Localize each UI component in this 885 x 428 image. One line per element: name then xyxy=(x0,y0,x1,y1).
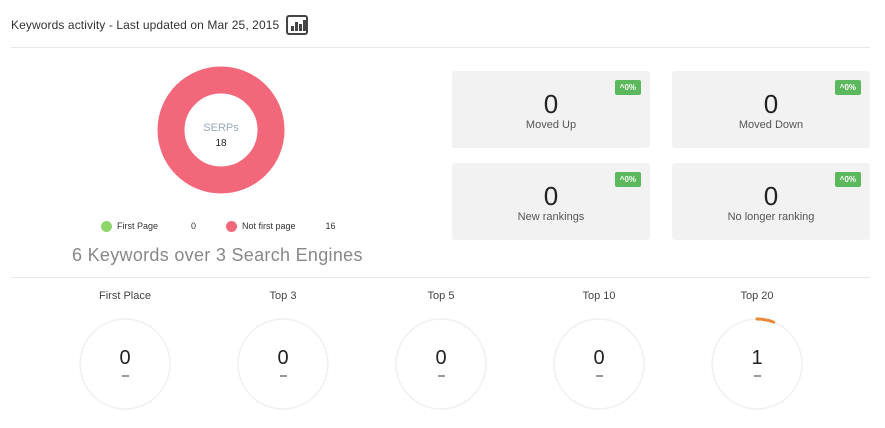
rank-title: Top 10 xyxy=(582,290,616,302)
card-no-longer-ranking[interactable]: ^0% 0 No longer ranking xyxy=(672,163,870,240)
header-divider xyxy=(11,47,870,48)
legend-dot-green xyxy=(101,220,112,232)
rank-top-10[interactable]: Top 10 0 xyxy=(549,290,649,410)
rank-dash xyxy=(754,375,761,377)
card-value: 0 xyxy=(763,89,779,119)
card-label: No longer ranking xyxy=(727,211,815,223)
card-moved-down[interactable]: ^0% 0 Moved Down xyxy=(672,71,870,148)
legend-label: Not first page xyxy=(242,221,296,231)
legend-count: 0 xyxy=(191,221,197,231)
rank-top-5[interactable]: Top 5 0 xyxy=(391,290,491,410)
rank-title: Top 20 xyxy=(740,290,774,302)
bar-chart-icon[interactable] xyxy=(286,15,309,35)
rank-value: 0 xyxy=(119,347,131,369)
card-value: 0 xyxy=(763,181,779,211)
page-title: Keywords activity - Last updated on Mar … xyxy=(11,18,280,32)
header: Keywords activity - Last updated on Mar … xyxy=(11,11,309,39)
card-new-rankings[interactable]: ^0% 0 New rankings xyxy=(452,163,650,240)
card-value: 0 xyxy=(543,89,559,119)
rank-dash xyxy=(122,375,129,377)
serps-label: SERPs xyxy=(203,122,239,134)
rank-gauge: 1 xyxy=(710,317,804,411)
legend-count: 16 xyxy=(325,221,336,231)
rank-value: 1 xyxy=(751,347,763,369)
rank-gauge: 0 xyxy=(394,317,488,411)
legend-label: First Page xyxy=(117,221,159,231)
rank-title: Top 5 xyxy=(427,290,455,302)
rank-value: 0 xyxy=(593,347,605,369)
rank-gauge: 0 xyxy=(552,317,646,411)
card-moved-up[interactable]: ^0% 0 Moved Up xyxy=(452,71,650,148)
rank-dash xyxy=(438,375,445,377)
card-label: New rankings xyxy=(517,211,585,223)
rank-title: Top 3 xyxy=(269,290,297,302)
rank-top-20[interactable]: Top 20 1 xyxy=(707,290,807,410)
rank-dash xyxy=(280,375,287,377)
keywords-summary: 6 Keywords over 3 Search Engines xyxy=(72,245,363,265)
rank-title: First Place xyxy=(99,290,151,302)
rank-dash xyxy=(596,375,603,377)
rank-gauge: 0 xyxy=(236,317,330,411)
rank-gauge: 0 xyxy=(78,317,172,411)
rank-top-3[interactable]: Top 3 0 xyxy=(233,290,333,410)
rank-value: 0 xyxy=(435,347,447,369)
legend-not-first-page: Not first page 16 xyxy=(226,219,336,233)
rank-arc xyxy=(755,317,776,324)
section-divider xyxy=(11,277,870,278)
card-label: Moved Down xyxy=(738,119,804,131)
legend-first-page: First Page 0 xyxy=(101,219,196,233)
legend-dot-red xyxy=(226,220,237,232)
rank-first-place[interactable]: First Place 0 xyxy=(75,290,175,410)
serps-donut: SERPs 18 xyxy=(157,52,285,198)
serps-total: 18 xyxy=(215,138,227,149)
card-value: 0 xyxy=(543,181,559,211)
rank-value: 0 xyxy=(277,347,289,369)
card-label: Moved Up xyxy=(525,119,577,131)
